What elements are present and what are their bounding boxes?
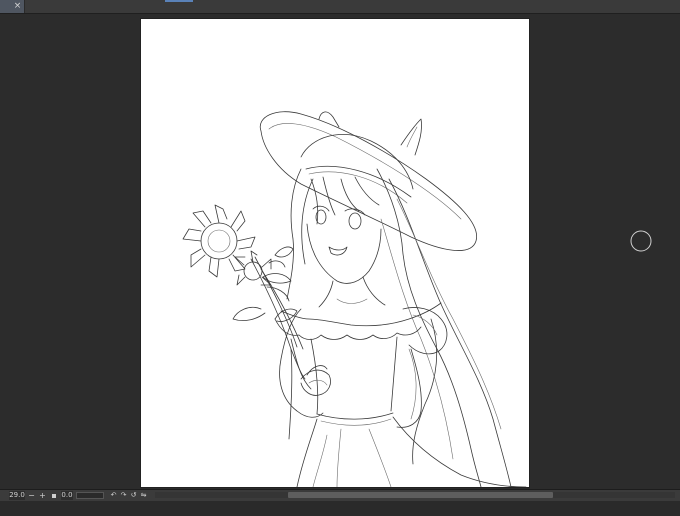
circle-brush-cursor-icon [630,230,652,252]
zoom-out-button[interactable]: − [27,491,36,500]
active-tab-indicator [165,0,193,2]
rotation-slider[interactable] [76,492,104,499]
zoom-level-field[interactable]: 29.0 [9,491,25,500]
rotate-right-button[interactable]: ↷ [119,491,128,500]
canvas-status-bar: 29.0 − + 0.0 ↶ ↷ ↺ ⇋ [0,489,680,501]
fit-square-icon[interactable] [49,491,58,500]
zoom-in-button[interactable]: + [38,491,47,500]
document-tab-strip: × [0,0,25,13]
flip-horizontal-button[interactable]: ⇋ [139,491,148,500]
rotation-angle-field[interactable]: 0.0 [61,491,73,500]
document-tab[interactable]: × [0,0,25,13]
drawing-canvas[interactable] [141,19,529,487]
canvas-workspace[interactable] [0,14,680,489]
horizontal-scrollbar-thumb[interactable] [288,492,553,498]
line-art-illustration [182,111,527,487]
reset-rotation-button[interactable]: ↺ [129,491,138,500]
close-icon[interactable]: × [13,2,22,11]
rotation-controls: ↶ ↷ ↺ ⇋ [108,491,148,500]
rotate-left-button[interactable]: ↶ [109,491,118,500]
bottom-panel [0,501,680,516]
title-tab-bar: × [0,0,680,14]
